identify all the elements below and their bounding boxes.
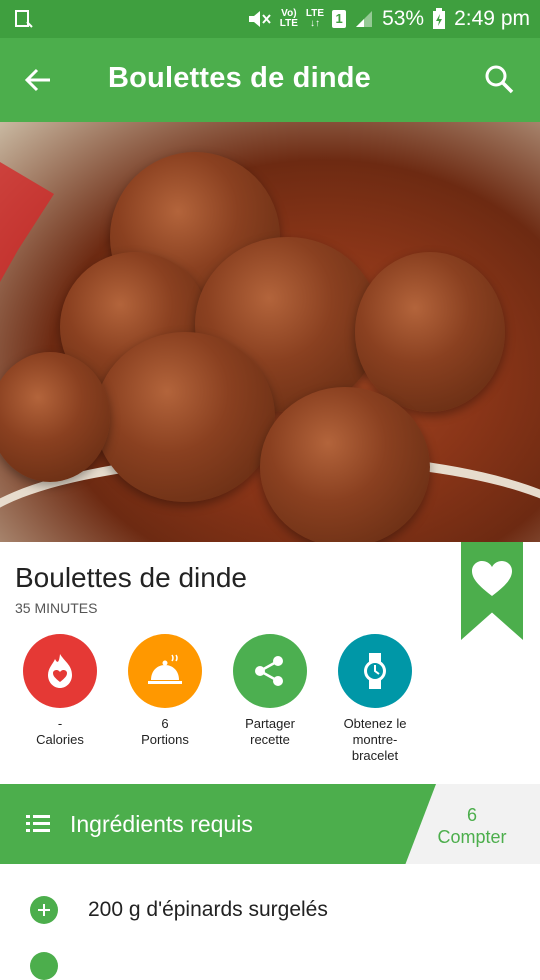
metric-calories[interactable]: - Calories	[10, 634, 110, 748]
app-bar: Boulettes de dinde	[0, 38, 540, 122]
recipe-info: Boulettes de dinde 35 MINUTES - Calories…	[0, 542, 540, 784]
meatball	[95, 332, 275, 502]
share-icon	[255, 656, 283, 686]
favorite-button[interactable]	[461, 542, 523, 640]
volte-indicator: Vo) LTE	[279, 8, 298, 29]
status-icons: Vo) LTE LTE ↓↑ 1 53% 2:49 pm	[246, 0, 530, 38]
mute-icon	[248, 11, 271, 27]
screenshot-icon	[15, 10, 33, 28]
status-bar: Vo) LTE LTE ↓↑ 1 53% 2:49 pm	[0, 0, 540, 38]
portions-badge	[128, 634, 202, 708]
share-badge	[233, 634, 307, 708]
sim-indicator: 1	[332, 10, 347, 28]
metric-watch[interactable]: Obtenez le montre- bracelet	[325, 634, 425, 764]
list-item: 200 g d'épinards surgelés	[0, 864, 540, 956]
clock: 2:49 pm	[454, 7, 530, 30]
ingredient-count-value: 6	[466, 805, 477, 825]
cloche-icon	[148, 654, 182, 684]
search-icon[interactable]	[482, 62, 516, 96]
meatball	[355, 252, 505, 412]
ingredient-count-label: Compter	[437, 827, 507, 847]
ingredient-text: 200 g d'épinards surgelés	[88, 898, 328, 921]
portions-value: 6	[161, 716, 169, 731]
ingredients-header: Ingrédients requis 6 Compter	[0, 784, 540, 864]
meatball	[0, 352, 110, 482]
arrow-left-icon[interactable]	[20, 62, 56, 98]
recipe-title: Boulettes de dinde	[15, 562, 247, 593]
recipe-time: 35 MINUTES	[15, 600, 98, 616]
lte-indicator: LTE ↓↑	[305, 8, 325, 29]
watch-label-1: Obtenez le	[343, 716, 407, 731]
metric-share[interactable]: Partager recette	[220, 634, 320, 748]
recipe-photo	[0, 122, 540, 542]
ingredients-header-label: Ingrédients requis	[70, 811, 253, 837]
watch-label-2: montre-	[352, 732, 398, 747]
watch-badge	[338, 634, 412, 708]
signal-icon	[356, 11, 373, 27]
calories-label: Calories	[36, 732, 84, 747]
calories-badge	[23, 634, 97, 708]
ingredient-count: 6 Compter	[430, 804, 514, 848]
battery-charging-icon	[433, 8, 446, 29]
battery-percent: 53%	[382, 7, 425, 30]
page-title: Boulettes de dinde	[108, 62, 372, 94]
calories-value: -	[57, 716, 63, 731]
add-ingredient-button[interactable]	[30, 896, 58, 924]
share-label-1: Partager	[245, 716, 295, 731]
meatball	[260, 387, 430, 542]
flame-heart-icon	[48, 654, 72, 688]
add-ingredient-button[interactable]	[30, 952, 58, 980]
metric-portions[interactable]: 6 Portions	[115, 634, 215, 748]
list-icon	[26, 815, 50, 832]
portions-label: Portions	[141, 732, 189, 747]
share-label-2: recette	[250, 732, 290, 747]
photo-decoration	[0, 162, 54, 282]
heart-icon	[472, 561, 512, 596]
watch-label-3: bracelet	[351, 748, 399, 763]
watch-icon	[364, 653, 386, 689]
